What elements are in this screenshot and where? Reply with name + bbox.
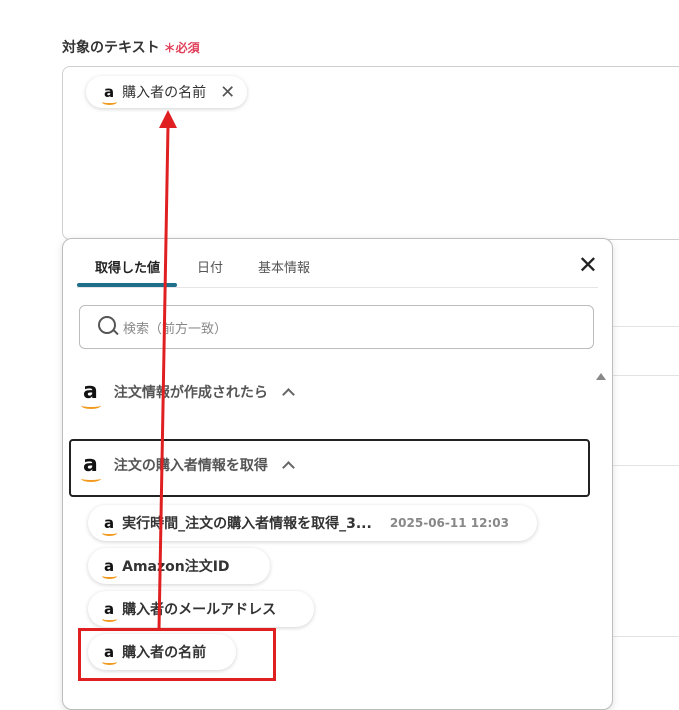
annotation-arrow <box>157 110 177 631</box>
